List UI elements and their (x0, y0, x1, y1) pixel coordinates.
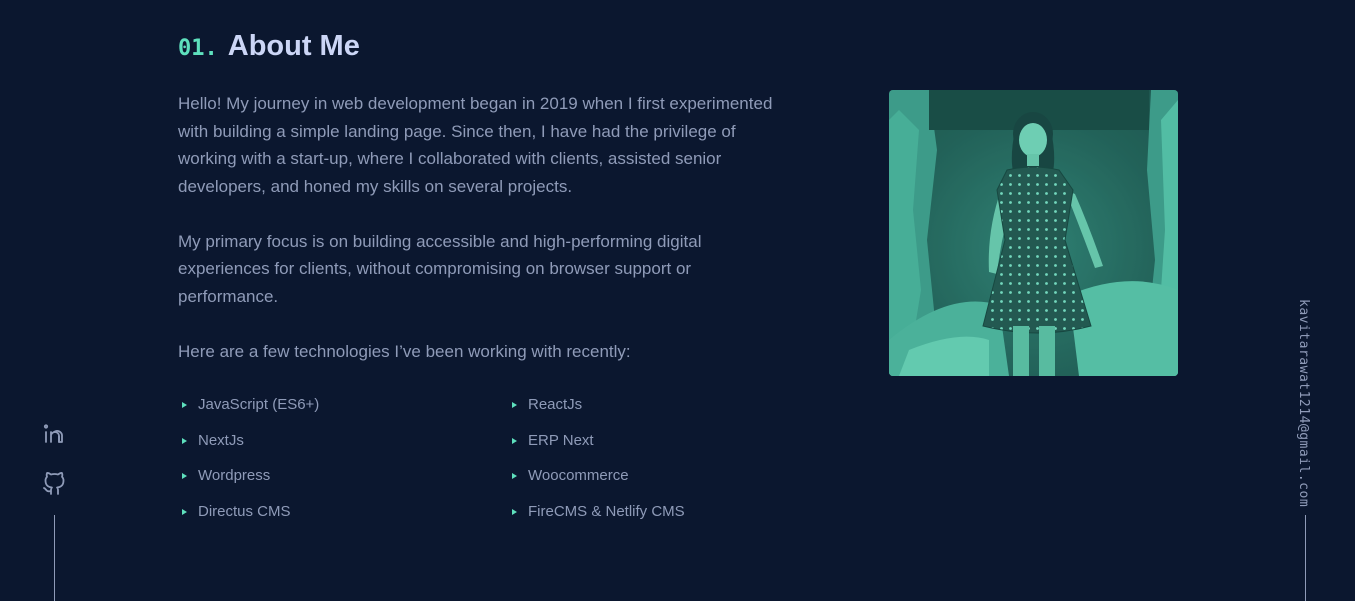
technology-label: Wordpress (198, 467, 271, 484)
github-icon[interactable] (42, 472, 66, 496)
profile-photo-illustration (889, 90, 1178, 376)
technology-item: FireCMS & Netlify CMS (508, 501, 698, 523)
email-link[interactable]: kavitarawat1214@gmail.com (1296, 299, 1311, 507)
technology-label: Directus CMS (198, 502, 291, 520)
technology-label: ReactJs (528, 396, 583, 413)
technology-item: ERP Next (508, 430, 698, 452)
arrow-bullet-icon (512, 437, 517, 444)
profile-photo[interactable] (889, 90, 1178, 376)
technology-label: ERP Next (528, 431, 594, 449)
technology-item: ReactJs (508, 394, 698, 416)
section-heading: 01. About Me (178, 30, 360, 63)
social-links (36, 420, 72, 601)
arrow-bullet-icon (512, 508, 517, 515)
about-section: 01. About Me Hello! My journey in web de… (0, 0, 1355, 601)
section-number: 01. (178, 36, 218, 61)
right-rail-line (1305, 515, 1306, 601)
technology-list: JavaScript (ES6+) ReactJs NextJs ERP Nex… (178, 394, 698, 523)
technology-item: JavaScript (ES6+) (178, 394, 508, 416)
linkedin-icon[interactable] (42, 422, 66, 446)
technology-label: FireCMS & Netlify CMS (528, 502, 685, 520)
left-rail-line (54, 515, 55, 601)
arrow-bullet-icon (512, 402, 517, 408)
technology-item: Woocommerce (508, 465, 698, 487)
arrow-bullet-icon (182, 437, 187, 444)
section-title: About Me (227, 30, 360, 62)
about-paragraph: Here are a few technologies I’ve been wo… (178, 341, 631, 361)
about-text: Hello! My journey in web development beg… (178, 90, 778, 393)
technology-label: JavaScript (ES6+) (198, 396, 320, 413)
technology-item: Wordpress (178, 465, 508, 487)
arrow-bullet-icon (182, 402, 187, 408)
technology-item: NextJs (178, 430, 508, 452)
about-paragraph: My primary focus is on building accessib… (178, 231, 702, 306)
about-paragraph: Hello! My journey in web development beg… (178, 94, 773, 196)
email-rail: kavitarawat1214@gmail.com (1288, 295, 1322, 601)
technology-label: Woocommerce (528, 467, 629, 484)
arrow-bullet-icon (182, 508, 187, 515)
technology-label: NextJs (198, 431, 244, 449)
arrow-bullet-icon (512, 473, 517, 479)
arrow-bullet-icon (182, 473, 187, 479)
technology-item: Directus CMS (178, 501, 508, 523)
